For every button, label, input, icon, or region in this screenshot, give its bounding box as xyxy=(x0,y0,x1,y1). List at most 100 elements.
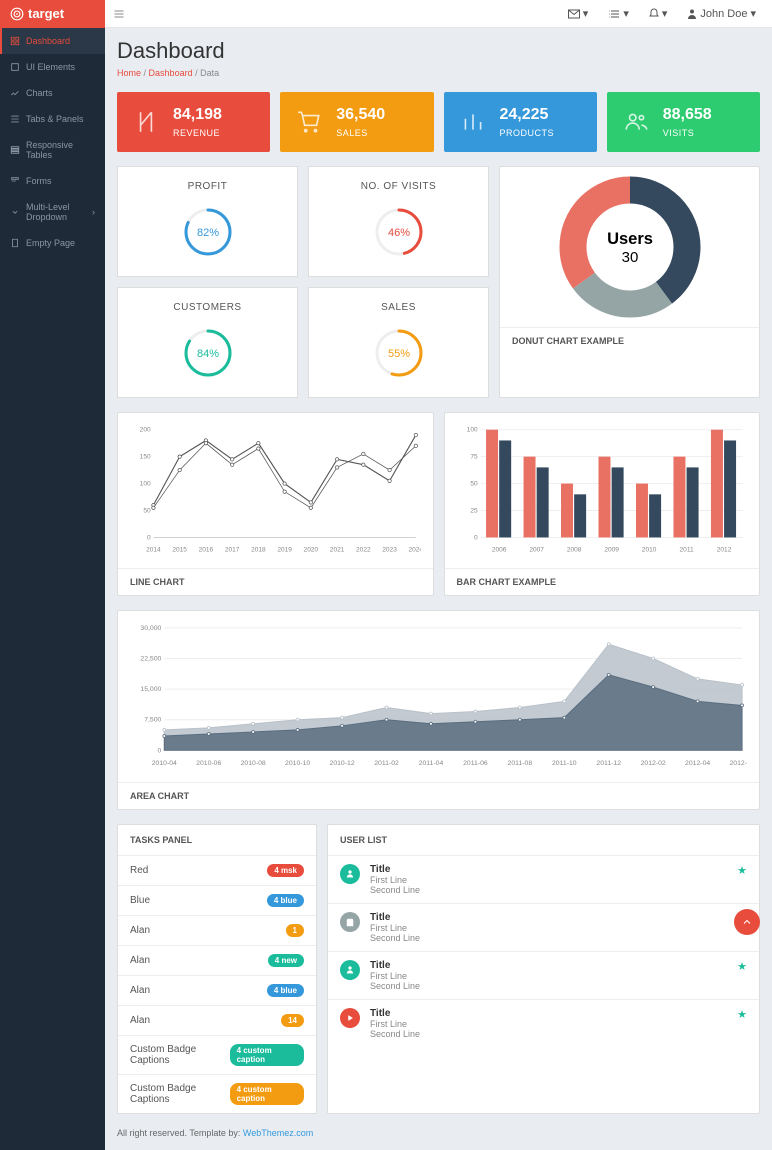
user-icon xyxy=(687,8,697,20)
area-footer: AREA CHART xyxy=(118,782,759,809)
task-row[interactable]: Alan1 xyxy=(118,916,316,946)
donut-chart: Users 30 xyxy=(555,172,705,322)
nav-ui-elements[interactable]: UI Elements xyxy=(0,54,105,80)
tasks-title: TASKS PANEL xyxy=(118,825,316,856)
gauge-no-of-visits: NO. OF VISITS 46% xyxy=(308,166,489,277)
task-badge: 4 msk xyxy=(267,864,304,877)
svg-text:30,000: 30,000 xyxy=(140,625,161,632)
svg-text:25: 25 xyxy=(470,507,478,514)
svg-text:2011-12: 2011-12 xyxy=(596,760,621,767)
messages-dropdown[interactable]: ▾ xyxy=(564,3,593,24)
user-name: John Doe xyxy=(700,8,747,20)
bar-chart-panel: 02550751002006200720082009201020112012 B… xyxy=(444,412,761,596)
task-row[interactable]: Red4 msk xyxy=(118,856,316,886)
breadcrumb-dashboard[interactable]: Dashboard xyxy=(149,68,193,78)
svg-text:55%: 55% xyxy=(387,348,409,360)
nav-dashboard[interactable]: Dashboard xyxy=(0,28,105,54)
nav-empty-page[interactable]: Empty Page xyxy=(0,230,105,256)
stat-revenue[interactable]: 84,198REVENUE xyxy=(117,92,270,152)
stat-visits[interactable]: 88,658VISITS xyxy=(607,92,760,152)
svg-text:200: 200 xyxy=(140,427,151,434)
svg-text:2020: 2020 xyxy=(304,547,319,554)
bar-footer: BAR CHART EXAMPLE xyxy=(445,568,760,595)
svg-text:2012-04: 2012-04 xyxy=(685,760,710,767)
task-row[interactable]: Alan14 xyxy=(118,1006,316,1036)
svg-text:0: 0 xyxy=(158,747,162,754)
alerts-dropdown[interactable]: ▾ xyxy=(645,3,672,24)
nav-charts[interactable]: Charts xyxy=(0,80,105,106)
gauge-chart: 82% xyxy=(178,202,238,262)
gauge-sales: SALES 55% xyxy=(308,287,489,398)
svg-text:2012-06: 2012-06 xyxy=(730,760,747,767)
stat-products[interactable]: 24,225PRODUCTS xyxy=(444,92,597,152)
users-title: USER LIST xyxy=(328,825,759,856)
svg-text:2023: 2023 xyxy=(382,547,397,554)
user-row[interactable]: TitleFirst LineSecond Line ★ xyxy=(328,904,759,952)
donut-center-title: Users xyxy=(607,230,653,248)
svg-text:0: 0 xyxy=(473,534,477,541)
menu-icon xyxy=(113,8,125,20)
scroll-top-button[interactable] xyxy=(734,909,760,935)
user-row[interactable]: TitleFirst LineSecond Line ★ xyxy=(328,952,759,1000)
stat-icon xyxy=(133,109,159,135)
sidebar: DashboardUI ElementsChartsTabs & PanelsR… xyxy=(0,0,105,1150)
user-row[interactable]: TitleFirst LineSecond Line ★ xyxy=(328,1000,759,1047)
svg-text:2021: 2021 xyxy=(330,547,345,554)
nav-icon xyxy=(10,176,20,186)
svg-text:2016: 2016 xyxy=(199,547,214,554)
list-icon xyxy=(608,9,620,19)
svg-text:2011: 2011 xyxy=(679,547,693,554)
task-row[interactable]: Blue4 blue xyxy=(118,886,316,916)
task-row[interactable]: Alan4 blue xyxy=(118,976,316,1006)
svg-text:2008: 2008 xyxy=(566,547,581,554)
svg-text:2010-12: 2010-12 xyxy=(330,760,355,767)
svg-text:2010-08: 2010-08 xyxy=(241,760,266,767)
nav-icon xyxy=(10,36,20,46)
svg-text:22,500: 22,500 xyxy=(140,656,161,663)
breadcrumb: Home / Dashboard / Data xyxy=(117,68,760,78)
donut-footer: DONUT CHART EXAMPLE xyxy=(500,327,759,354)
star-button[interactable]: ★ xyxy=(737,960,747,973)
target-icon xyxy=(10,7,24,21)
task-badge: 4 new xyxy=(268,954,304,967)
gauge-customers: CUSTOMERS 84% xyxy=(117,287,298,398)
sidebar-toggle[interactable] xyxy=(105,0,133,28)
task-badge: 4 blue xyxy=(267,894,304,907)
nav-tabs-panels[interactable]: Tabs & Panels xyxy=(0,106,105,132)
task-row[interactable]: Custom Badge Captions4 custom caption xyxy=(118,1036,316,1075)
header-right: ▾ ▾ ▾ John Doe ▾ xyxy=(564,3,772,24)
svg-text:100: 100 xyxy=(466,427,477,434)
footer: All right reserved. Template by: WebThem… xyxy=(117,1128,760,1138)
footer-link[interactable]: WebThemez.com xyxy=(243,1128,313,1138)
svg-text:0: 0 xyxy=(147,534,151,541)
nav-responsive-tables[interactable]: Responsive Tables xyxy=(0,132,105,168)
nav-multi-level-dropdown[interactable]: Multi-Level Dropdown› xyxy=(0,194,105,230)
nav-icon xyxy=(10,207,20,217)
user-avatar xyxy=(340,960,360,980)
breadcrumb-home[interactable]: Home xyxy=(117,68,141,78)
gauge-profit: PROFIT 82% xyxy=(117,166,298,277)
nav-icon xyxy=(10,88,20,98)
star-button[interactable]: ★ xyxy=(737,1008,747,1021)
donut-center-value: 30 xyxy=(621,249,638,266)
svg-text:2006: 2006 xyxy=(491,547,506,554)
task-row[interactable]: Custom Badge Captions4 custom caption xyxy=(118,1075,316,1113)
users-panel: USER LIST TitleFirst LineSecond Line ★ T… xyxy=(327,824,760,1114)
svg-text:84%: 84% xyxy=(196,348,218,360)
star-button[interactable]: ★ xyxy=(737,864,747,877)
svg-text:50: 50 xyxy=(470,480,478,487)
task-row[interactable]: Alan4 new xyxy=(118,946,316,976)
user-row[interactable]: TitleFirst LineSecond Line ★ xyxy=(328,856,759,904)
nav-forms[interactable]: Forms xyxy=(0,168,105,194)
page-title: Dashboard xyxy=(117,38,760,64)
main-content: Dashboard Home / Dashboard / Data 84,198… xyxy=(105,0,772,1150)
user-dropdown[interactable]: John Doe ▾ xyxy=(683,3,760,24)
tasks-dropdown[interactable]: ▾ xyxy=(604,3,633,24)
play-icon xyxy=(345,1013,355,1023)
svg-text:7,500: 7,500 xyxy=(144,717,161,724)
chevron-down-icon: ▾ xyxy=(623,7,629,20)
brand-logo[interactable]: target xyxy=(0,0,105,28)
svg-text:2011-02: 2011-02 xyxy=(374,760,399,767)
svg-text:2007: 2007 xyxy=(529,547,544,554)
stat-sales[interactable]: 36,540SALES xyxy=(280,92,433,152)
